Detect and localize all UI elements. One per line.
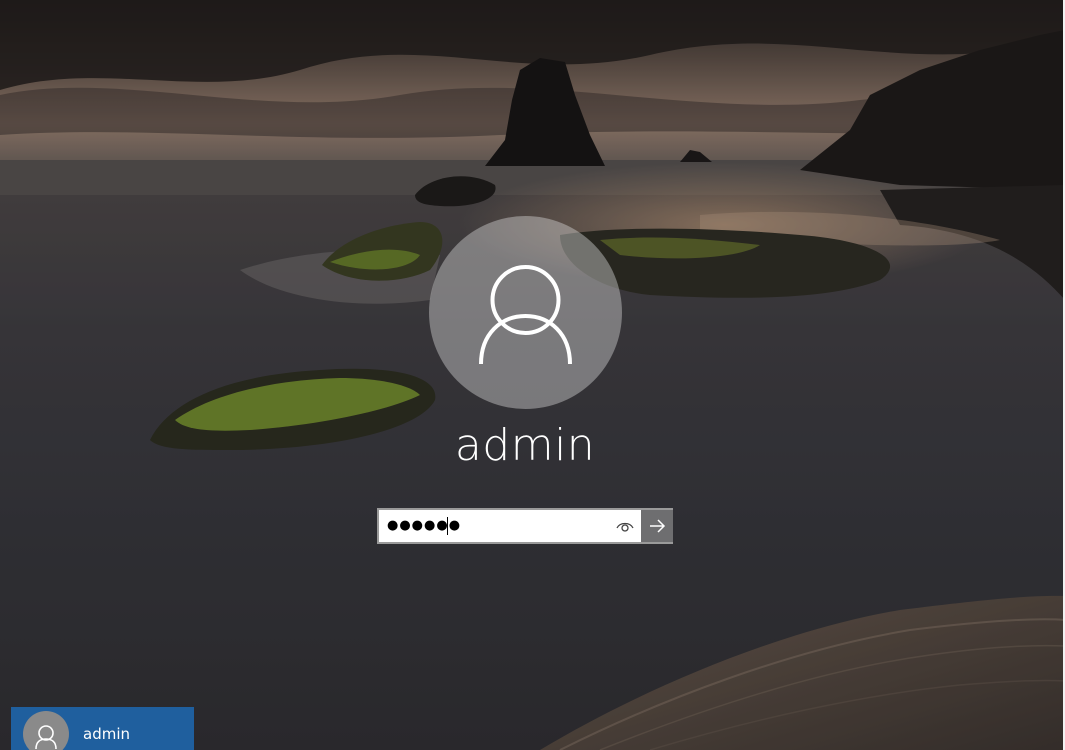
reveal-password-button[interactable] — [614, 516, 636, 536]
user-switch-tile-admin[interactable]: admin — [11, 707, 194, 750]
lock-screen: admin ●●●●●● admin — [0, 0, 1065, 750]
user-tile-label: admin — [83, 725, 130, 743]
text-caret — [447, 517, 448, 535]
password-box: ●●●●●● — [377, 508, 673, 544]
user-name-heading: admin — [454, 420, 596, 471]
user-silhouette-icon — [35, 725, 57, 750]
eye-icon — [616, 522, 634, 532]
user-avatar-small — [23, 711, 69, 750]
arrow-right-icon — [650, 519, 666, 533]
submit-button[interactable] — [641, 510, 673, 542]
user-avatar-large — [429, 216, 622, 409]
user-silhouette-icon — [479, 265, 572, 365]
password-field[interactable]: ●●●●●● — [379, 510, 623, 542]
